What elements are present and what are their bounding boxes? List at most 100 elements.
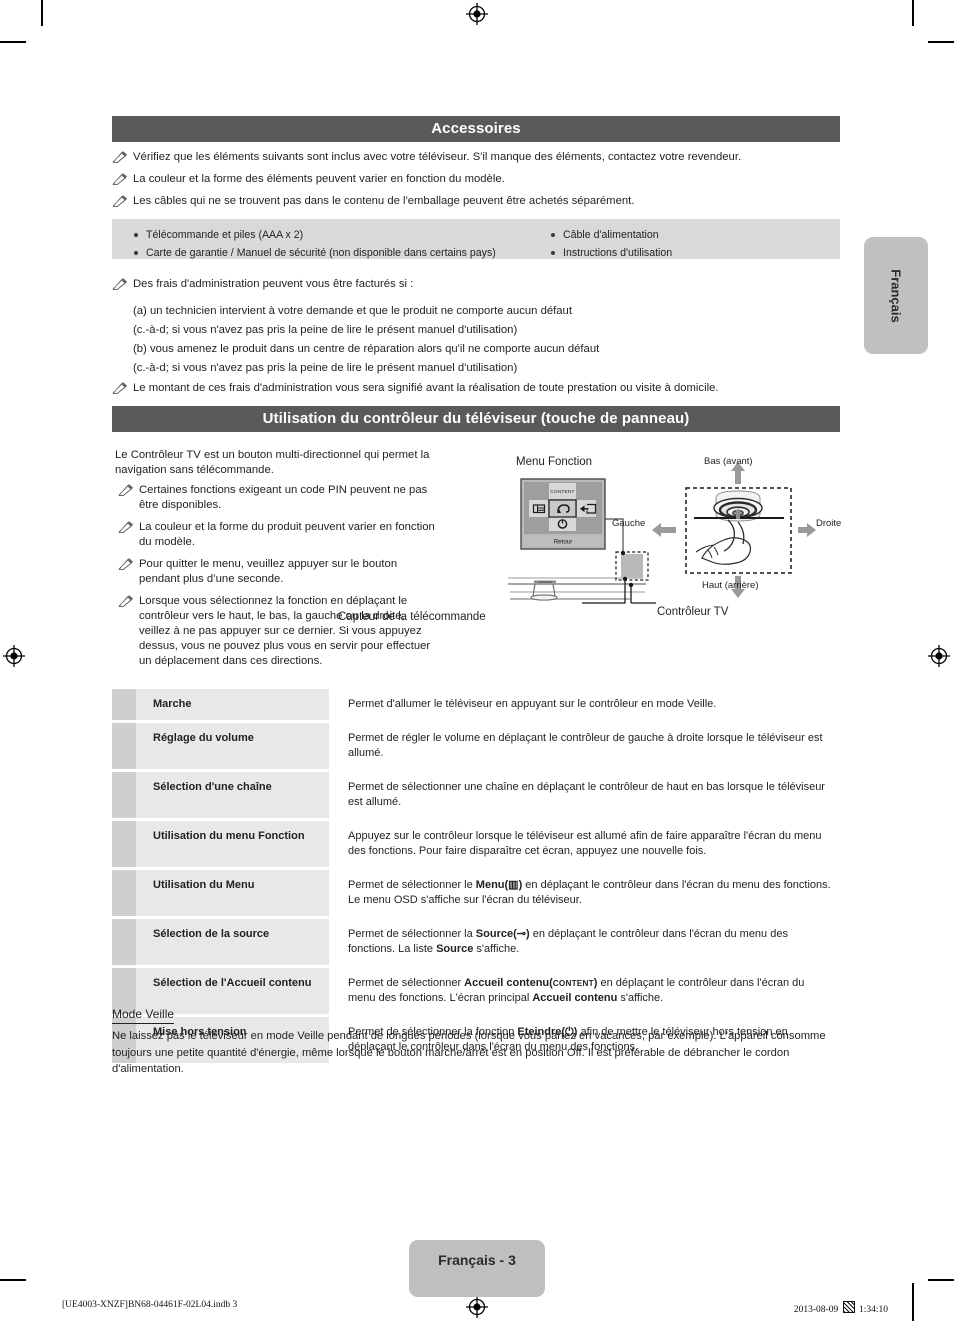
pencil-icon bbox=[112, 151, 127, 164]
accessories-items-left: Télécommande et piles (AAA x 2) Carte de… bbox=[130, 226, 570, 262]
standby-title: Mode Veille bbox=[112, 1007, 175, 1024]
fees-line-1: (a) un technicien intervient à votre dem… bbox=[133, 305, 572, 317]
tv-controller-label: Contrôleur TV bbox=[657, 606, 729, 618]
print-filename: [UE4003-XNZF]BN68-04461F-02L04.indb 3 bbox=[62, 1300, 238, 1310]
print-timestamp: 2013-08-09 1:34:10 bbox=[794, 1300, 888, 1315]
table-row-strip bbox=[112, 919, 136, 965]
print-time: 1:34:10 bbox=[858, 1305, 888, 1315]
table-row-label: Utilisation du menu Fonction bbox=[136, 821, 329, 867]
accessories-note-1: Vérifiez que les éléments suivants sont … bbox=[112, 150, 840, 165]
controller-note-3: Pour quitter le menu, veuillez appuyer s… bbox=[118, 557, 438, 587]
direction-right-label: Droite bbox=[816, 518, 842, 529]
controller-note-1-text: Certaines fonctions exigeant un code PIN… bbox=[139, 484, 428, 511]
table-row: Marche Permet d'allumer le téléviseur en … bbox=[112, 689, 840, 720]
pencil-icon bbox=[112, 173, 127, 186]
table-row: Utilisation du menu Fonction Appuyez sur … bbox=[112, 821, 840, 867]
controller-function-table: Marche Permet d'allumer le téléviseur en … bbox=[112, 689, 840, 1066]
table-row-label: Réglage du volume bbox=[136, 723, 329, 769]
menu-function-label: Menu Fonction bbox=[516, 456, 593, 468]
table-row: Réglage du volume Permet de régler le vol… bbox=[112, 723, 840, 769]
accessories-items-right: Câble d'alimentation Instructions d'util… bbox=[547, 226, 827, 262]
controller-heading: Utilisation du contrôleur du téléviseur … bbox=[112, 406, 840, 432]
pencil-icon bbox=[112, 382, 127, 395]
table-row-description: Appuyez sur le contrôleur lorsque le tél… bbox=[348, 830, 822, 857]
table-row-description: Permet de sélectionner une chaîne en dép… bbox=[348, 781, 825, 808]
table-row: Sélection d'une chaîne Permet de sélectio… bbox=[112, 772, 840, 818]
table-row-description: Permet de sélectionner Accueil contenu(C… bbox=[348, 977, 805, 1004]
crop-mark-tr-v bbox=[912, 0, 914, 26]
accessories-fees-note: Des frais d'administration peuvent vous … bbox=[112, 277, 840, 292]
list-item: Télécommande et piles (AAA x 2) bbox=[130, 226, 570, 244]
crop-mark-tr-h bbox=[928, 41, 954, 43]
language-side-tab-label: Français bbox=[888, 268, 904, 323]
table-row-strip bbox=[112, 723, 136, 769]
pencil-icon bbox=[118, 595, 133, 608]
table-row-strip bbox=[112, 772, 136, 818]
page-canvas: Accessoires Vérifiez que les éléments su… bbox=[0, 0, 954, 1321]
crop-mark-br-h bbox=[928, 1279, 954, 1281]
table-row-description: Permet de sélectionner la Source(⊸) en d… bbox=[348, 928, 788, 955]
list-item: Câble d'alimentation bbox=[547, 226, 827, 244]
table-row-description: Permet de sélectionner le Menu(▥) en dép… bbox=[348, 879, 831, 906]
accessories-fees-footer-text: Le montant de ces frais d'administration… bbox=[133, 382, 719, 394]
pencil-icon bbox=[112, 195, 127, 208]
registration-mark-top bbox=[466, 3, 488, 25]
menu-content-label: CONTENT bbox=[550, 489, 574, 494]
table-row: Sélection de l'Accueil contenu Permet de … bbox=[112, 968, 840, 1014]
accessories-note-2-text: La couleur et la forme des éléments peuv… bbox=[133, 173, 505, 185]
table-row-label: Utilisation du Menu bbox=[136, 870, 329, 916]
direction-up-label: Bas (avant) bbox=[704, 456, 753, 467]
page-number-label: Français - 3 bbox=[438, 1252, 516, 1268]
registration-mark-right bbox=[928, 645, 950, 667]
accessories-note-3: Les câbles qui ne se trouvent pas dans l… bbox=[112, 194, 840, 209]
controller-intro: Le Contrôleur TV est un bouton multi-dir… bbox=[115, 449, 430, 476]
controller-note-2-text: La couleur et la forme du produit peuven… bbox=[139, 521, 435, 548]
fees-line-3: (b) vous amenez le produit dans un centr… bbox=[133, 343, 600, 355]
table-row-strip bbox=[112, 821, 136, 867]
pencil-icon bbox=[118, 484, 133, 497]
table-row-description: Permet d'allumer le téléviseur en appuya… bbox=[348, 698, 717, 710]
cjk-box-glyph bbox=[842, 1301, 855, 1313]
accessories-note-3-text: Les câbles qui ne se trouvent pas dans l… bbox=[133, 195, 635, 207]
pencil-icon bbox=[118, 521, 133, 534]
table-row-description: Permet de régler le volume en déplaçant … bbox=[348, 732, 823, 759]
fees-line-2: (c.-à-d; si vous n'avez pas pris la pein… bbox=[133, 324, 518, 336]
table-row-label: Sélection d'une chaîne bbox=[136, 772, 329, 818]
table-row-strip bbox=[112, 870, 136, 916]
registration-mark-bottom bbox=[466, 1296, 488, 1318]
controller-note-1: Certaines fonctions exigeant un code PIN… bbox=[118, 483, 438, 513]
direction-down-label: Haut (arrière) bbox=[702, 580, 759, 591]
list-item: Instructions d'utilisation bbox=[547, 244, 827, 262]
table-row-label: Sélection de la source bbox=[136, 919, 329, 965]
table-row-strip bbox=[112, 689, 136, 720]
accessories-note-2: La couleur et la forme des éléments peuv… bbox=[112, 172, 840, 187]
registration-mark-left bbox=[3, 645, 25, 667]
menu-retour-label: Retour bbox=[554, 539, 573, 546]
accessories-note-1-text: Vérifiez que les éléments suivants sont … bbox=[133, 151, 742, 163]
accessories-items-box: Télécommande et piles (AAA x 2) Carte de… bbox=[112, 219, 840, 259]
crop-mark-tl-v bbox=[41, 0, 43, 26]
accessories-fees-footer: Le montant de ces frais d'administration… bbox=[112, 381, 840, 396]
crop-mark-br-v bbox=[912, 1283, 914, 1321]
page-number-tab: Français - 3 bbox=[409, 1240, 545, 1297]
controller-note-4: Lorsque vous sélectionnez la fonction en… bbox=[118, 594, 438, 669]
controller-note-4-text: Lorsque vous sélectionnez la fonction en… bbox=[139, 595, 431, 667]
controller-note-3-text: Pour quitter le menu, veuillez appuyer s… bbox=[139, 558, 398, 585]
crop-mark-tl-h bbox=[0, 41, 26, 43]
controller-note-2: La couleur et la forme du produit peuven… bbox=[118, 520, 438, 550]
table-row: Utilisation du Menu Permet de sélectionne… bbox=[112, 870, 840, 916]
fees-line-4: (c.-à-d; si vous n'avez pas pris la pein… bbox=[133, 362, 518, 374]
tv-brand-label: SAMSUNG bbox=[538, 580, 552, 584]
crop-mark-bl-h bbox=[0, 1279, 26, 1281]
arrow-right-icon bbox=[798, 523, 816, 537]
table-row-label: Marche bbox=[136, 689, 329, 720]
language-side-tab: Français bbox=[864, 237, 928, 354]
table-row: Sélection de la source Permet de sélectio… bbox=[112, 919, 840, 965]
direction-left-label: Gauche bbox=[612, 518, 646, 529]
list-item: Carte de garantie / Manuel de sécurité (… bbox=[130, 244, 570, 262]
accessories-fees-note-text: Des frais d'administration peuvent vous … bbox=[133, 278, 414, 290]
arrow-left-icon bbox=[652, 523, 676, 537]
pencil-icon bbox=[118, 558, 133, 571]
print-date: 2013-08-09 bbox=[793, 1305, 839, 1315]
remote-sensor-label: Capteur de la télécommande bbox=[338, 611, 486, 623]
